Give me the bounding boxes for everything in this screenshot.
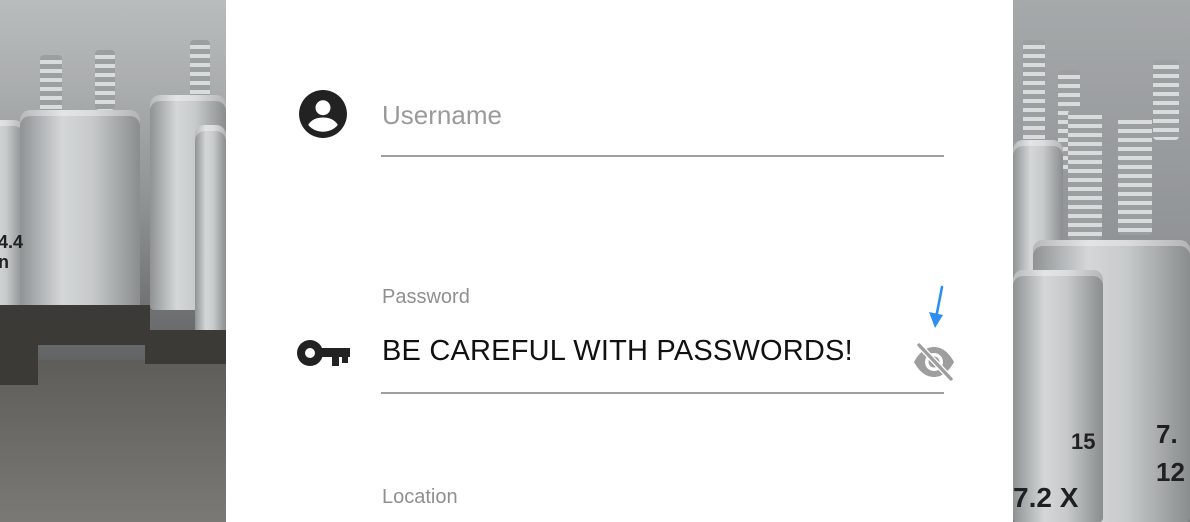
stencil-text: n	[0, 252, 9, 272]
stencil-text: 15	[1071, 429, 1096, 454]
transformer-tank	[195, 125, 226, 335]
pallet	[145, 330, 226, 364]
background-photo-left: 4.4 n	[0, 0, 226, 522]
annotation-arrow	[926, 284, 950, 330]
insulator	[1068, 110, 1102, 240]
pallet	[0, 305, 150, 345]
pallet	[0, 340, 38, 385]
username-input[interactable]: Username	[382, 100, 502, 131]
password-underline	[381, 392, 944, 394]
stencil-text: 7.2 X	[1013, 482, 1079, 513]
insulator	[40, 55, 62, 115]
background-photo-right: 15 7. 12 7.2 X	[1013, 0, 1190, 522]
key-icon	[296, 336, 352, 370]
stencil-text: 7.	[1156, 419, 1178, 449]
password-input[interactable]: BE CAREFUL WITH PASSWORDS!	[382, 335, 853, 368]
insulator	[95, 50, 115, 110]
login-form-panel: Username Password BE CAREFUL WITH PASSWO…	[226, 0, 1013, 522]
location-label: Location	[382, 486, 458, 508]
transformer-tank	[20, 110, 140, 320]
insulator	[190, 40, 210, 100]
insulator	[1153, 60, 1179, 140]
insulator	[1118, 115, 1152, 235]
username-underline	[381, 155, 944, 157]
insulator	[1023, 40, 1045, 150]
account-circle-icon	[298, 89, 348, 139]
password-label: Password	[382, 286, 470, 308]
screen: 4.4 n 15 7. 12 7.2 X Username Password B…	[0, 0, 1190, 522]
stencil-text: 12	[1156, 457, 1185, 487]
eye-off-icon[interactable]	[911, 340, 957, 382]
